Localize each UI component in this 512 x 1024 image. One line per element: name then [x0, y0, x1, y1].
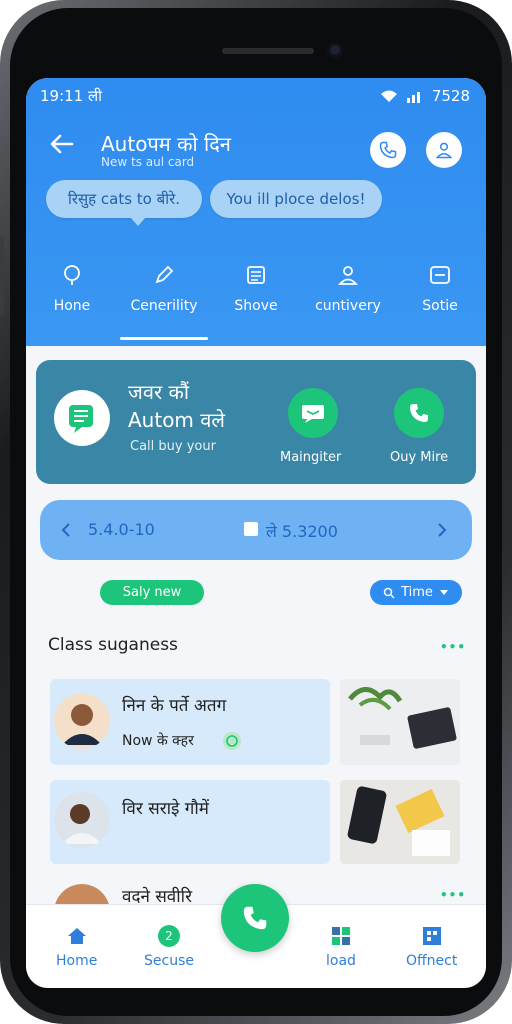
pin-icon [64, 265, 80, 285]
list-item-title: निन के पर्ते अतग [122, 696, 227, 716]
chevron-left-icon[interactable] [60, 522, 72, 538]
tab-label: cuntivery [315, 298, 381, 314]
more-icon[interactable]: ••• [440, 640, 466, 654]
sort-chip-label: Saly new [122, 585, 182, 600]
tab-label: Hone [53, 298, 91, 314]
list-item[interactable]: निन के पर्ते अतग Now के क्हर [50, 679, 330, 765]
range-selector: 5.4.0-10 ले 5.3200 [40, 500, 472, 560]
app-screen: 19:11 ली 7528 Autoपम को दिन New ts aul c… [26, 78, 486, 988]
bubble-left-text: रिसुह cats to बीरे. [68, 190, 180, 208]
nav-label: Secuse [144, 953, 194, 969]
sort-chip[interactable]: Saly new [100, 580, 204, 605]
minus-box-icon [430, 266, 450, 284]
desk-photo [340, 679, 460, 765]
call-card-line3: Call buy your [130, 439, 216, 454]
plant-keyboard-image [340, 679, 460, 765]
tab-label: Cenerility [130, 298, 198, 314]
back-arrow-icon[interactable] [48, 130, 76, 158]
chat-subtitle: New ts aul card [101, 155, 195, 169]
call-card-line2: Autom वले [128, 408, 225, 432]
call-fab[interactable] [221, 884, 289, 952]
tab-label: Shove [234, 298, 278, 314]
active-tab-indicator [120, 337, 208, 340]
chevron-right-icon[interactable] [436, 522, 448, 538]
badge-icon: 2 [157, 925, 180, 947]
phone-icon [243, 906, 267, 930]
range-end: ले 5.3200 [266, 522, 338, 541]
search-icon [383, 587, 395, 599]
tab-label: Sotie [422, 298, 458, 314]
range-checkbox[interactable] [244, 522, 258, 536]
status-right: 7528 [431, 87, 470, 105]
signal-icon [406, 92, 420, 103]
user-icon [337, 266, 359, 285]
chat-title: Autoपम को दिन [101, 132, 231, 156]
nav-home[interactable]: Home [56, 925, 97, 969]
range-start: 5.4.0-10 [88, 520, 155, 539]
bubble-right-text: You ill ploce delos! [226, 190, 366, 208]
tab-sotie[interactable]: Sotie [394, 264, 486, 344]
home-icon [67, 928, 86, 944]
more-icon[interactable]: ••• [440, 888, 466, 902]
chat-bubble-right[interactable]: You ill ploce delos! [210, 180, 382, 218]
chat-bubble-left[interactable]: रिसुह cats to बीरे. [46, 180, 202, 226]
tab-hone[interactable]: Hone [26, 264, 118, 344]
avatar [54, 693, 110, 749]
call-action-label: Ouy Mire [390, 450, 449, 465]
avatar [54, 792, 110, 848]
tab-bar: Hone Cenerility Shove cuntivery Sotie [26, 264, 486, 344]
call-card-line1: जवर कौं [128, 380, 190, 404]
list-item[interactable]: विर सराइे गौमें [50, 780, 330, 864]
nav-label: Offnect [406, 953, 458, 969]
wifi-icon [380, 90, 397, 102]
phone-notes-image [340, 780, 460, 864]
whatsapp-icon [223, 732, 241, 750]
grid-icon [331, 927, 350, 945]
apps-icon [422, 927, 441, 945]
front-camera [327, 42, 343, 58]
phone-icon [410, 404, 428, 422]
nav-offnect[interactable]: Offnect [406, 925, 457, 969]
pencil-icon [155, 265, 174, 284]
nav-label: load [326, 953, 356, 969]
tab-cenerility[interactable]: Cenerility [118, 264, 210, 344]
time-filter-label: Time [401, 585, 433, 600]
nav-label: Home [56, 953, 98, 969]
chat-list-icon [69, 405, 93, 433]
tab-shove[interactable]: Shove [210, 264, 302, 344]
status-time: 19:11 ली [40, 87, 103, 105]
nav-badge: 2 [165, 929, 173, 943]
earpiece-speaker [222, 48, 314, 54]
volume-button [0, 236, 4, 316]
chat-logo [54, 390, 110, 446]
header-area: 19:11 ली 7528 Autoपम को दिन New ts aul c… [26, 78, 486, 346]
nav-secuse[interactable]: 2 Secuse [144, 925, 194, 969]
status-bar: 19:11 ली 7528 [40, 86, 470, 106]
list-item-title: विर सराइे गौमें [122, 799, 209, 819]
status-icons: 7528 [380, 87, 470, 105]
list-icon [247, 266, 265, 284]
message-icon [302, 405, 324, 423]
caret-down-icon [439, 589, 448, 595]
user-icon [435, 142, 453, 159]
message-action-label: Maingiter [280, 450, 342, 465]
section-title: Class suganess [48, 635, 178, 655]
time-filter-dropdown[interactable]: Time [370, 580, 462, 605]
call-card: जवर कौं Autom वले Call buy your Maingite… [36, 360, 476, 484]
nav-load[interactable]: load [326, 925, 356, 969]
tab-cuntivery[interactable]: cuntivery [302, 264, 394, 344]
call-action-button[interactable] [394, 388, 444, 438]
profile-button[interactable] [426, 132, 462, 168]
phone-icon [379, 141, 397, 159]
list-item-subtitle: Now के क्हर [122, 733, 194, 749]
desk-photo [340, 780, 460, 864]
call-button[interactable] [370, 132, 406, 168]
message-action-button[interactable] [288, 388, 338, 438]
